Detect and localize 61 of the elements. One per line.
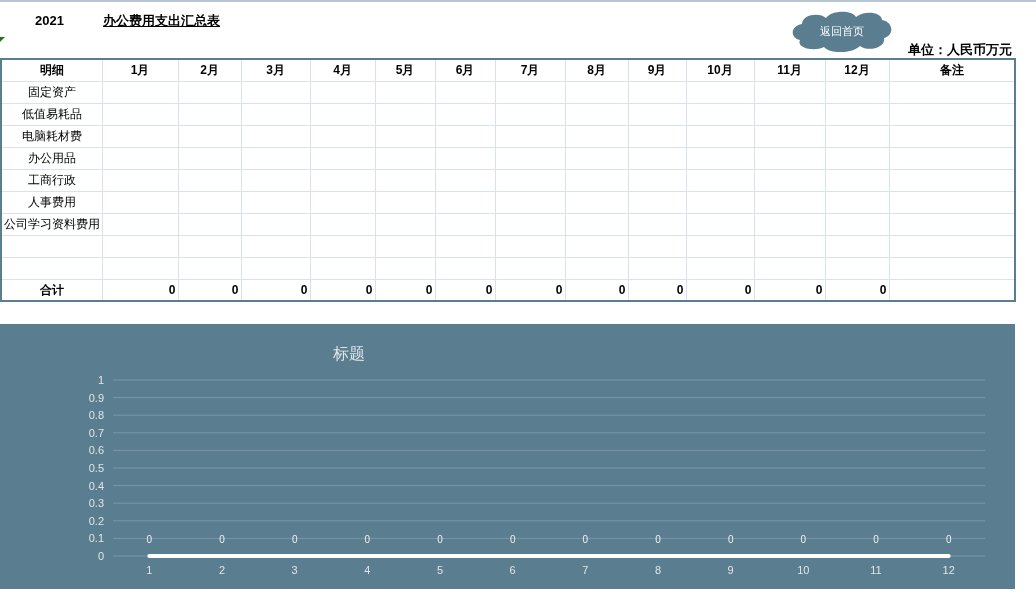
x-axis-label: 4	[364, 564, 371, 576]
x-axis-label: 1	[146, 564, 153, 576]
x-axis-label: 9	[727, 564, 734, 576]
row-label: 办公用品	[1, 147, 102, 169]
column-header: 3月	[241, 59, 310, 81]
data-label: 0	[509, 534, 516, 545]
x-axis-label: 10	[797, 564, 810, 576]
column-header: 1月	[102, 59, 178, 81]
column-header: 12月	[825, 59, 889, 81]
x-axis-label: 3	[291, 564, 298, 576]
y-axis-label: 1	[97, 374, 104, 386]
column-header: 2月	[178, 59, 241, 81]
x-axis-label: 7	[582, 564, 589, 576]
row-label: 固定资产	[1, 81, 102, 103]
sheet-title: 办公费用支出汇总表	[103, 12, 220, 30]
data-label: 0	[364, 534, 371, 545]
y-axis-label: 0.7	[88, 426, 104, 439]
row-label: 公司学习资料费用	[1, 213, 102, 235]
data-label: 0	[437, 534, 443, 545]
column-header: 7月	[495, 59, 565, 81]
column-header: 9月	[628, 59, 686, 81]
column-header: 明细	[1, 59, 102, 81]
unit-label: 单位：人民币万元	[908, 41, 1012, 59]
y-axis-label: 0.8	[88, 409, 104, 422]
y-axis-label: 0.1	[88, 532, 104, 545]
y-axis-label: 0	[97, 550, 104, 562]
row-label: 人事费用	[1, 191, 102, 213]
x-axis-label: 2	[218, 564, 226, 576]
y-axis-label: 0.2	[88, 514, 104, 527]
column-header: 11月	[754, 59, 825, 81]
column-header: 8月	[565, 59, 628, 81]
column-header: 4月	[310, 59, 375, 81]
y-axis-label: 0.5	[88, 462, 104, 474]
y-axis-label: 0.4	[88, 479, 104, 492]
data-label: 0	[800, 534, 807, 545]
row-label: 低值易耗品	[1, 103, 102, 125]
comment-marker-icon	[0, 37, 5, 42]
y-axis-label: 0.3	[88, 497, 104, 510]
home-cloud-button[interactable]: 返回首页	[790, 10, 894, 52]
data-label: 0	[582, 534, 589, 545]
x-axis-label: 12	[942, 564, 955, 576]
x-axis-label: 8	[654, 564, 662, 576]
data-label: 0	[146, 534, 153, 545]
x-axis-label: 5	[436, 564, 444, 576]
data-label: 0	[873, 534, 879, 545]
column-header: 10月	[686, 59, 754, 81]
data-label: 0	[219, 534, 225, 545]
column-header: 5月	[375, 59, 435, 81]
x-axis-label: 11	[870, 564, 882, 576]
row-label: 电脑耗材费	[1, 125, 102, 147]
year-label: 2021	[35, 12, 64, 30]
y-axis-label: 0.9	[88, 391, 104, 404]
column-header: 6月	[435, 59, 495, 81]
y-axis-label: 0.6	[88, 444, 104, 457]
chart-title: 标题	[333, 345, 365, 362]
data-label: 0	[655, 534, 661, 545]
row-label: 工商行政	[1, 169, 102, 191]
data-label: 0	[727, 534, 734, 545]
data-label: 0	[945, 534, 952, 545]
data-label: 0	[291, 534, 298, 545]
x-axis-label: 6	[509, 564, 516, 576]
